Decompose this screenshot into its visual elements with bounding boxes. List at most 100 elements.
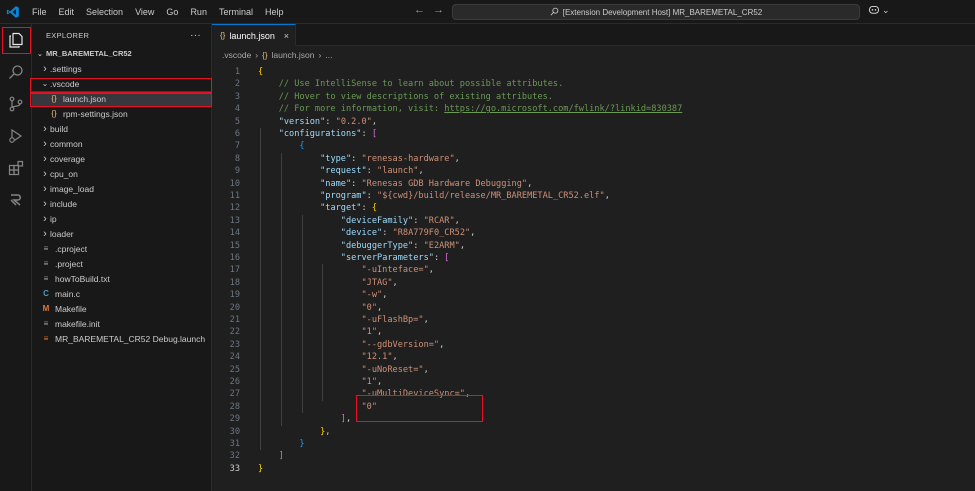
code-line: 5 "version": "0.2.0", — [212, 116, 975, 128]
code-line: 11 "program": "${cwd}/build/release/MR_B… — [212, 190, 975, 202]
forward-arrow-icon[interactable]: → — [433, 4, 444, 16]
chevron-right-icon: › — [255, 50, 259, 60]
explorer-icon[interactable] — [4, 28, 28, 52]
code-token: : — [361, 203, 372, 214]
tree-item-ip[interactable]: › ip — [32, 211, 211, 226]
tree-item-build[interactable]: › build — [32, 121, 211, 136]
tree-item-common[interactable]: › common — [32, 136, 211, 151]
code-token: "program" — [320, 191, 367, 201]
tab-launch-json[interactable]: {} launch.json × — [212, 24, 296, 46]
line-text: "JTAG", — [258, 277, 397, 289]
workspace-root-label: MR_BAREMETAL_CR52 — [46, 49, 132, 58]
workspace-root[interactable]: ⌄ MR_BAREMETAL_CR52 — [32, 46, 211, 61]
tree-item-label: howToBuild.txt — [55, 273, 110, 284]
indent-guide — [301, 214, 303, 414]
code-editor[interactable]: 1{2 // Use IntelliSense to learn about p… — [212, 64, 975, 491]
more-actions-icon[interactable]: ··· — [190, 30, 201, 41]
line-text: } — [258, 463, 263, 475]
close-icon[interactable]: × — [284, 31, 289, 41]
tree-item-image-load[interactable]: › image_load — [32, 181, 211, 196]
run-debug-icon[interactable] — [4, 124, 28, 148]
navigation-arrows: ← → — [414, 4, 444, 16]
tree-item-label: .project — [55, 258, 83, 269]
tree-item-main-c[interactable]: Cmain.c — [32, 286, 211, 301]
tree-item-settings[interactable]: › .settings — [32, 61, 211, 76]
chevron-right-icon: › — [43, 122, 47, 135]
menu-item-file[interactable]: File — [26, 0, 53, 24]
explorer-title: EXPLORER — [46, 30, 90, 40]
tree-item-makefile-init[interactable]: ≡ makefile.init — [32, 316, 211, 331]
menu-item-view[interactable]: View — [129, 0, 160, 24]
tree-item-cpu-on[interactable]: › cpu_on — [32, 166, 211, 181]
tree-item-rpm-settings-json[interactable]: {} rpm-settings.json — [32, 106, 211, 121]
line-number: 13 — [229, 215, 240, 226]
search-view-icon[interactable] — [4, 60, 28, 84]
line-text: // For more information, visit: https://… — [258, 103, 683, 115]
source-control-icon[interactable] — [4, 92, 28, 116]
tree-item-coverage[interactable]: › coverage — [32, 151, 211, 166]
tree-item-label: loader — [50, 228, 74, 239]
code-token: "renesas-hardware" — [361, 153, 455, 164]
file-tree: › .settings ⌄ .vscode{} launch.json{} rpm-set… — [32, 61, 211, 346]
tree-item-howtobuild-txt[interactable]: ≡ howToBuild.txt — [32, 271, 211, 286]
json-file-icon: {} — [262, 50, 268, 60]
renesas-extension-icon[interactable] — [4, 188, 28, 212]
line-number: 24 — [229, 352, 240, 363]
menu-item-edit[interactable]: Edit — [53, 0, 81, 24]
tree-item-include[interactable]: › include — [32, 196, 211, 211]
line-number: 4 — [234, 104, 240, 115]
tree-item-project[interactable]: ≡ .project — [32, 256, 211, 271]
back-arrow-icon[interactable]: ← — [414, 4, 425, 16]
code-line: 10 "name": "Renesas GDB Hardware Debuggi… — [212, 178, 975, 190]
code-line: 12 "target": { — [212, 202, 975, 214]
code-token: "--gdbVersion=" — [361, 339, 440, 350]
command-center[interactable]: [Extension Development Host] MR_BAREMETA… — [452, 4, 860, 20]
line-number: 6 — [234, 129, 240, 139]
line-text: "debuggerType": "E2ARM", — [258, 240, 465, 252]
menu-item-go[interactable]: Go — [160, 0, 184, 24]
chevron-right-icon: › — [43, 212, 47, 225]
code-token: "version" — [278, 116, 326, 127]
chevron-right-icon: › — [43, 227, 47, 240]
menu-item-selection[interactable]: Selection — [80, 0, 129, 24]
code-token: } — [258, 463, 264, 474]
tree-item-launch-json[interactable]: {} launch.json — [32, 91, 211, 106]
tree-item-cproject[interactable]: ≡ .cproject — [32, 241, 211, 256]
copilot-button[interactable]: ⌄ — [868, 4, 890, 17]
menu-item-terminal[interactable]: Terminal — [213, 0, 259, 24]
line-text: "deviceFamily": "RCAR", — [258, 215, 460, 227]
code-token: // Hover to view descriptions of existin… — [258, 91, 553, 102]
code-token: "R8A779F0_CR52" — [392, 228, 471, 239]
line-text: "--gdbVersion=", — [258, 339, 444, 351]
tree-item-vscode[interactable]: ⌄ .vscode — [32, 76, 211, 91]
chevron-down-icon: ⌄ — [41, 79, 49, 88]
breadcrumb-item[interactable]: launch.json — [271, 50, 314, 60]
editor-area: {} launch.json × .vscode › {} launch.jso… — [212, 24, 975, 491]
code-token: [ — [371, 129, 378, 139]
menu-item-run[interactable]: Run — [184, 0, 213, 24]
breadcrumb-item[interactable]: ... — [325, 50, 332, 60]
extensions-icon[interactable] — [4, 156, 28, 180]
code-token: , — [604, 191, 610, 201]
tree-item-loader[interactable]: › loader — [32, 226, 211, 241]
tree-item-makefile[interactable]: M Makefile — [32, 301, 211, 316]
tree-item-mr-baremetal-cr52-debug-launch[interactable]: ≡ MR_BAREMETAL_CR52 Debug.launch — [32, 331, 211, 346]
breadcrumb-item[interactable]: .vscode — [222, 50, 251, 60]
line-text: "device": "R8A779F0_CR52", — [258, 227, 476, 239]
line-number: 21 — [229, 315, 240, 325]
code-token: : — [433, 253, 445, 263]
code-token: , — [470, 228, 476, 239]
code-line: 3 // Hover to view descriptions of exist… — [212, 91, 975, 103]
menu-item-help[interactable]: Help — [259, 0, 290, 24]
code-token: : — [361, 129, 372, 139]
code-token: , — [418, 166, 424, 177]
explorer-sidebar: EXPLORER ··· ⌄ MR_BAREMETAL_CR52 › .setti… — [32, 24, 212, 491]
